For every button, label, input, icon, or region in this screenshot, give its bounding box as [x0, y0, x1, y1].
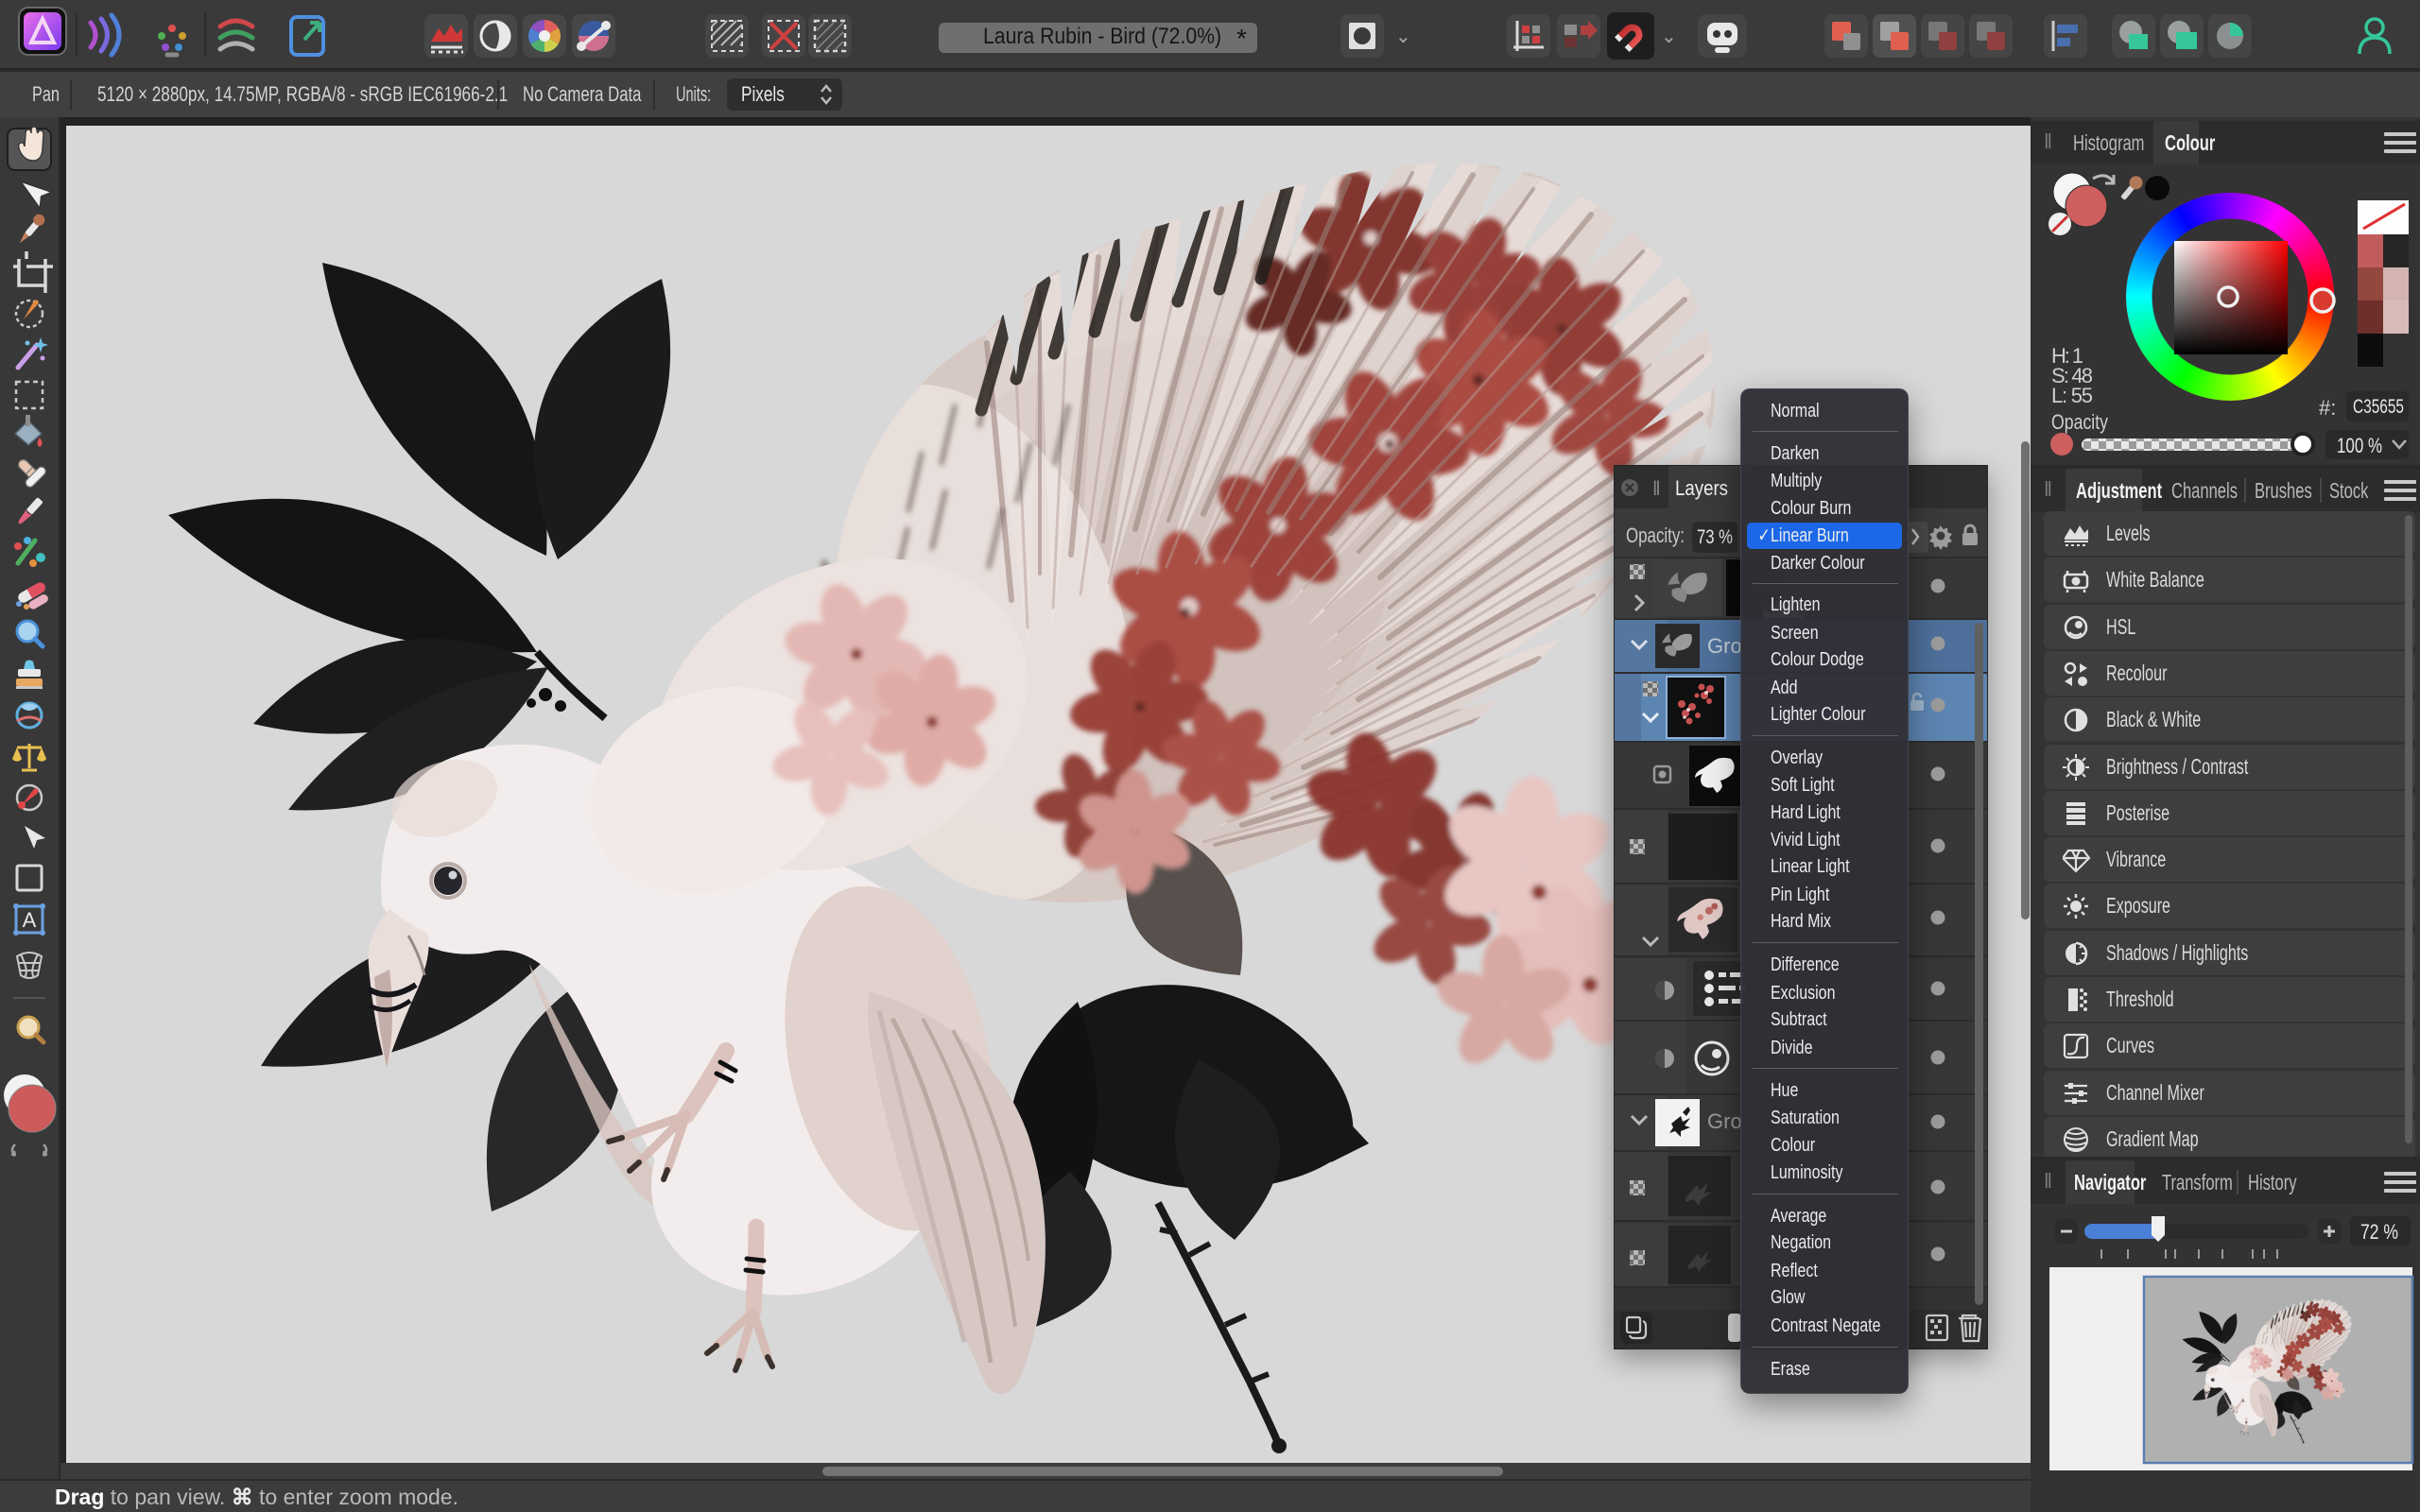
svg-text:Layers: Layers: [1675, 476, 1728, 500]
svg-text:A: A: [23, 908, 37, 932]
svg-text:Laura Rubin - Bird (72.0%): Laura Rubin - Bird (72.0%): [983, 24, 1221, 49]
svg-text:⌄: ⌄: [1661, 26, 1677, 47]
svg-text:Opacity:: Opacity:: [1626, 524, 1685, 547]
svg-text:⌄: ⌄: [1395, 26, 1411, 47]
svg-text:Gro: Gro: [1707, 1109, 1742, 1133]
svg-text:‖: ‖: [1652, 478, 1661, 500]
svg-text:*: *: [1236, 24, 1247, 53]
svg-text:72 %: 72 %: [2360, 1220, 2398, 1244]
svg-text:73 %: 73 %: [1697, 526, 1733, 548]
svg-text:Gro: Gro: [1707, 634, 1742, 658]
